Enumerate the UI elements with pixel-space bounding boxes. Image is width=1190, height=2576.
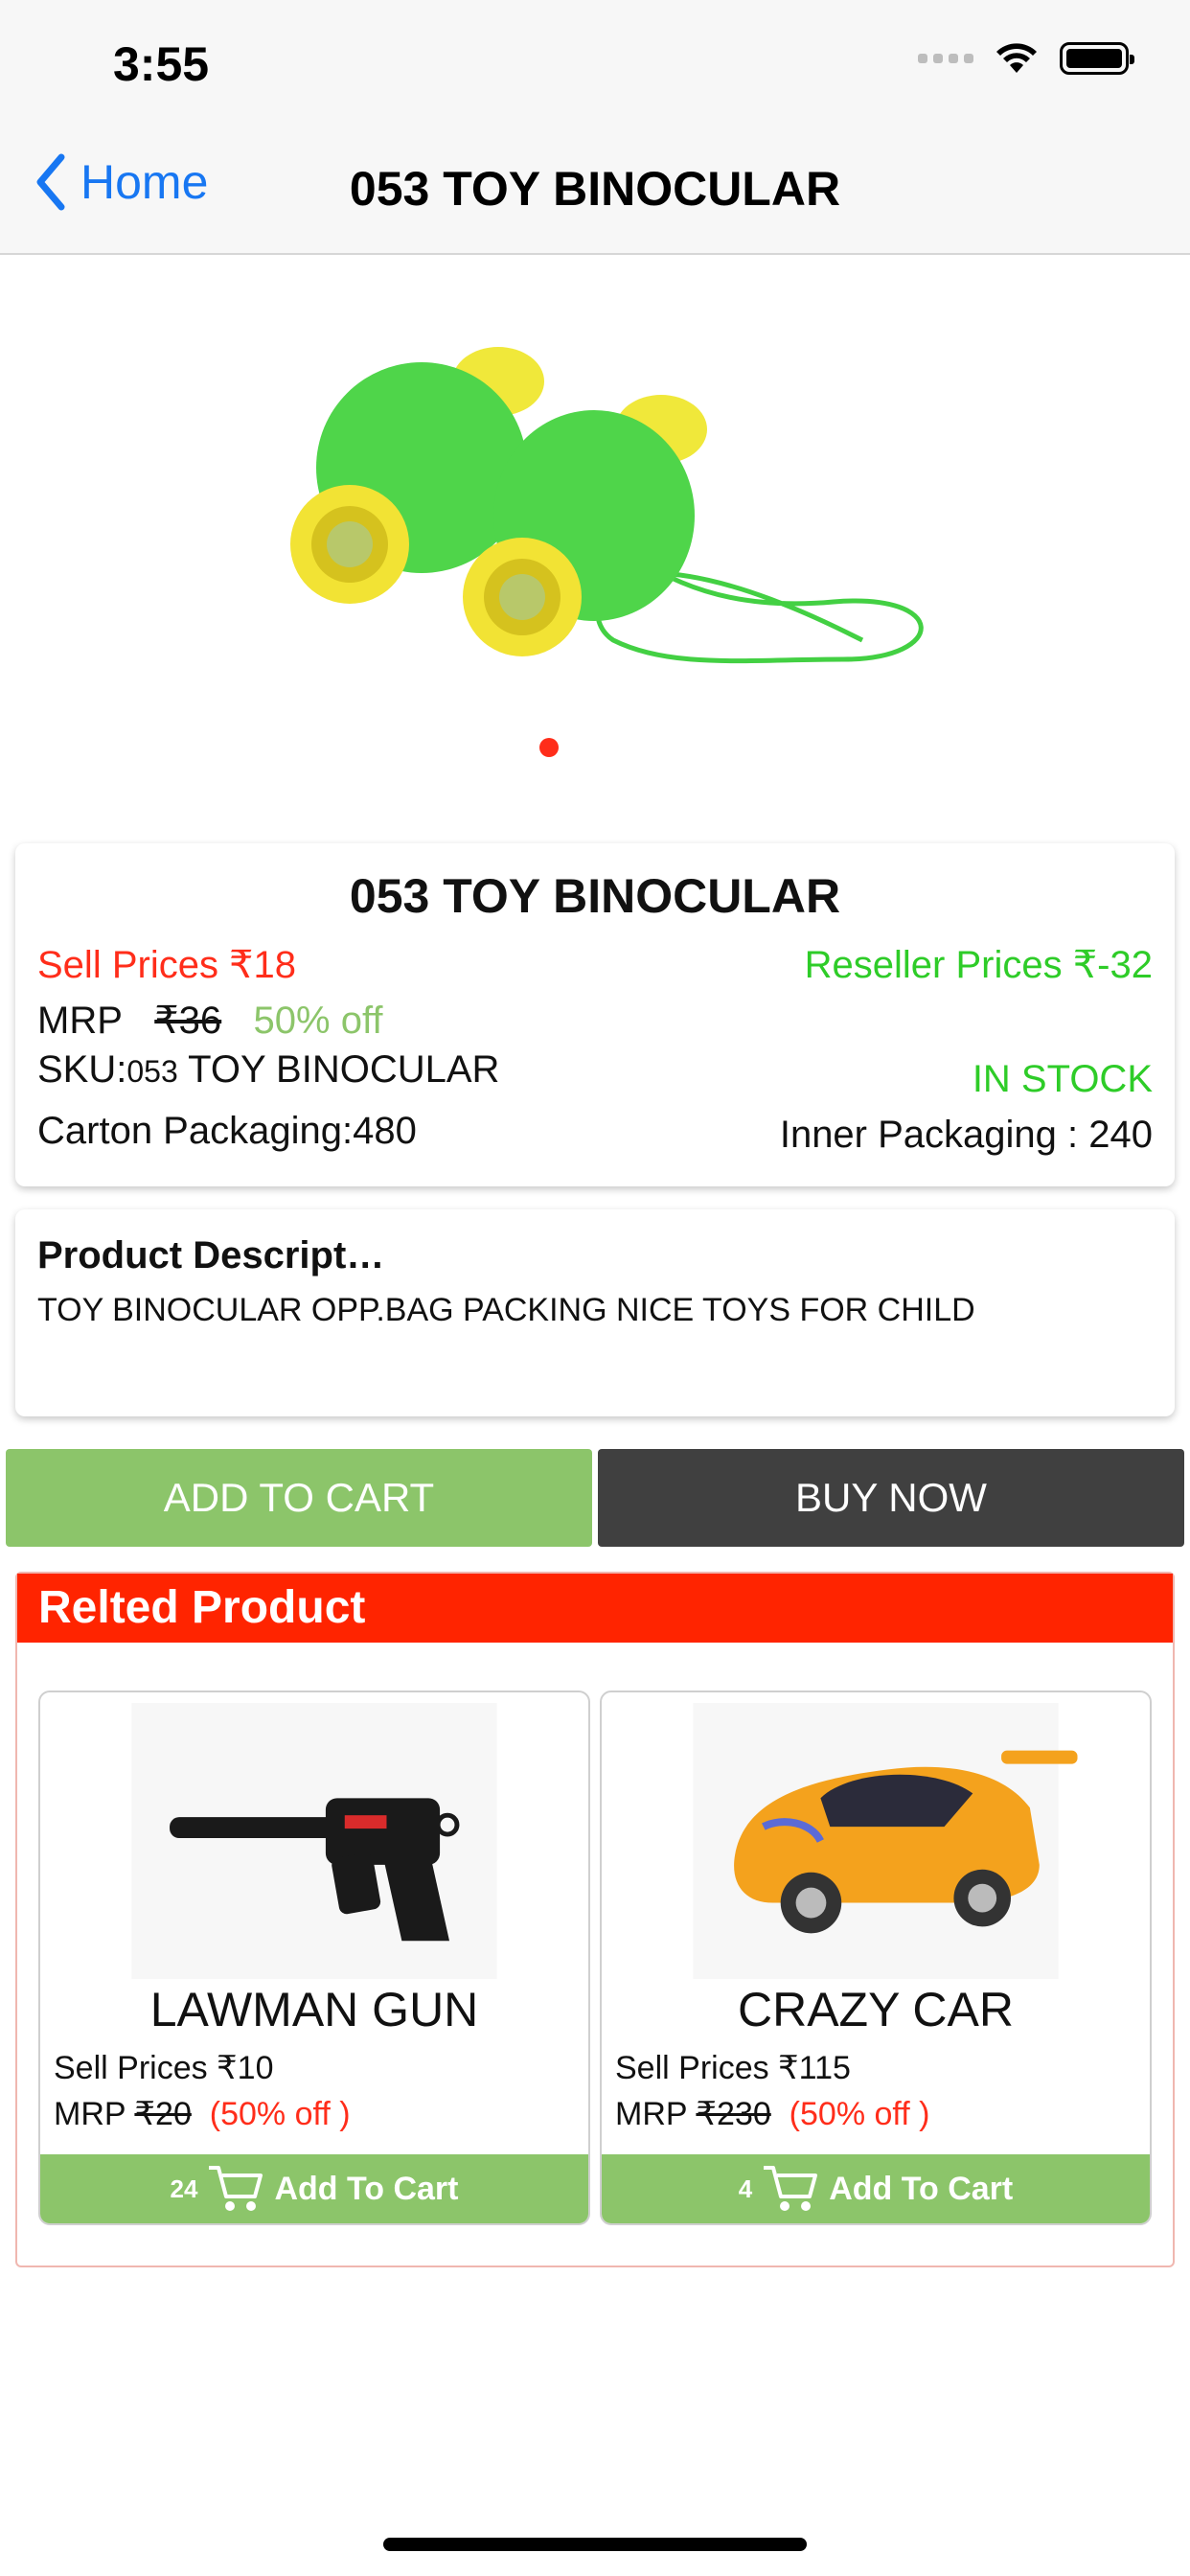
related-mrp-value: ₹20 [134,2096,192,2132]
product-info-card: 053 TOY BINOCULAR Sell Prices ₹18 Resell… [15,843,1175,1186]
product-image [290,347,924,664]
cellular-signal-icon [918,54,973,63]
related-add-to-cart-button[interactable]: 24 Add To Cart [40,2154,588,2223]
related-product-card[interactable]: LAWMAN GUN Sell Prices ₹10 MRP ₹20 (50% … [38,1690,590,2225]
related-heading: Relted Product [17,1574,1173,1643]
cart-count: 4 [738,2174,753,2203]
related-mrp-row: MRP ₹20 (50% off ) [54,2095,351,2133]
cart-count: 24 [170,2174,198,2203]
related-mrp-label: MRP [615,2096,687,2132]
description-text: TOY BINOCULAR OPP.BAG PACKING NICE TOYS … [37,1292,975,1328]
add-to-cart-label: Add To Cart [829,2170,1014,2207]
related-products-section: Relted Product LAWMAN GUN Sell Prices ₹1… [15,1572,1175,2267]
status-icons [918,42,1134,75]
product-title: 053 TOY BINOCULAR [349,869,841,923]
battery-icon [1060,42,1134,75]
related-mrp-row: MRP ₹230 (50% off ) [615,2095,929,2133]
related-product-name: LAWMAN GUN [149,1983,479,2036]
related-discount: (50% off ) [789,2096,930,2132]
related-sell-price: Sell Prices ₹10 [54,2050,274,2086]
discount-label: 50% off [253,1000,383,1042]
mrp-row: MRP ₹36 50% off [37,999,382,1043]
wifi-icon [996,43,1037,73]
related-product-card[interactable]: CRAZY CAR Sell Prices ₹115 MRP ₹230 (50%… [600,1690,1152,2225]
mrp-value: ₹36 [154,1000,222,1042]
carousel-page-indicator[interactable] [539,738,559,757]
related-mrp-label: MRP [54,2096,126,2132]
description-heading: Product Descript… [37,1234,385,1276]
reseller-price: Reseller Prices ₹-32 [804,944,1153,986]
product-thumbnail [131,1703,497,1979]
related-discount: (50% off ) [209,2096,351,2132]
cart-icon [209,2166,263,2211]
status-time: 3:55 [113,37,210,91]
mrp-label: MRP [37,1000,123,1042]
carton-packaging: Carton Packaging:480 [37,1110,417,1152]
sku-row: SKU:053 TOY BINOCULAR [37,1048,499,1092]
product-thumbnail [693,1703,1078,1979]
add-to-cart-label: Add To Cart [274,2170,459,2207]
related-product-name: CRAZY CAR [737,1983,1014,2036]
sku-label: SKU: [37,1048,127,1091]
buy-now-button[interactable]: BUY NOW [598,1449,1184,1547]
home-indicator[interactable] [383,2538,807,2551]
stock-status: IN STOCK [972,1058,1153,1100]
product-image-carousel[interactable] [0,257,1190,794]
page-title: 053 TOY BINOCULAR [349,162,841,216]
sell-price: Sell Prices ₹18 [37,944,296,986]
cart-icon [764,2166,818,2211]
sku-name: TOY BINOCULAR [177,1048,500,1091]
add-to-cart-button[interactable]: ADD TO CART [6,1449,592,1547]
inner-packaging: Inner Packaging : 240 [779,1114,1153,1156]
top-bar: 3:55 Home 053 TOY BINOCULAR [0,0,1190,255]
sku-code: 053 [126,1054,178,1089]
related-mrp-value: ₹230 [696,2096,771,2132]
related-add-to-cart-button[interactable]: 4 Add To Cart [602,2154,1150,2223]
related-sell-price: Sell Prices ₹115 [615,2050,851,2086]
description-card: Product Descript… TOY BINOCULAR OPP.BAG … [15,1209,1175,1416]
